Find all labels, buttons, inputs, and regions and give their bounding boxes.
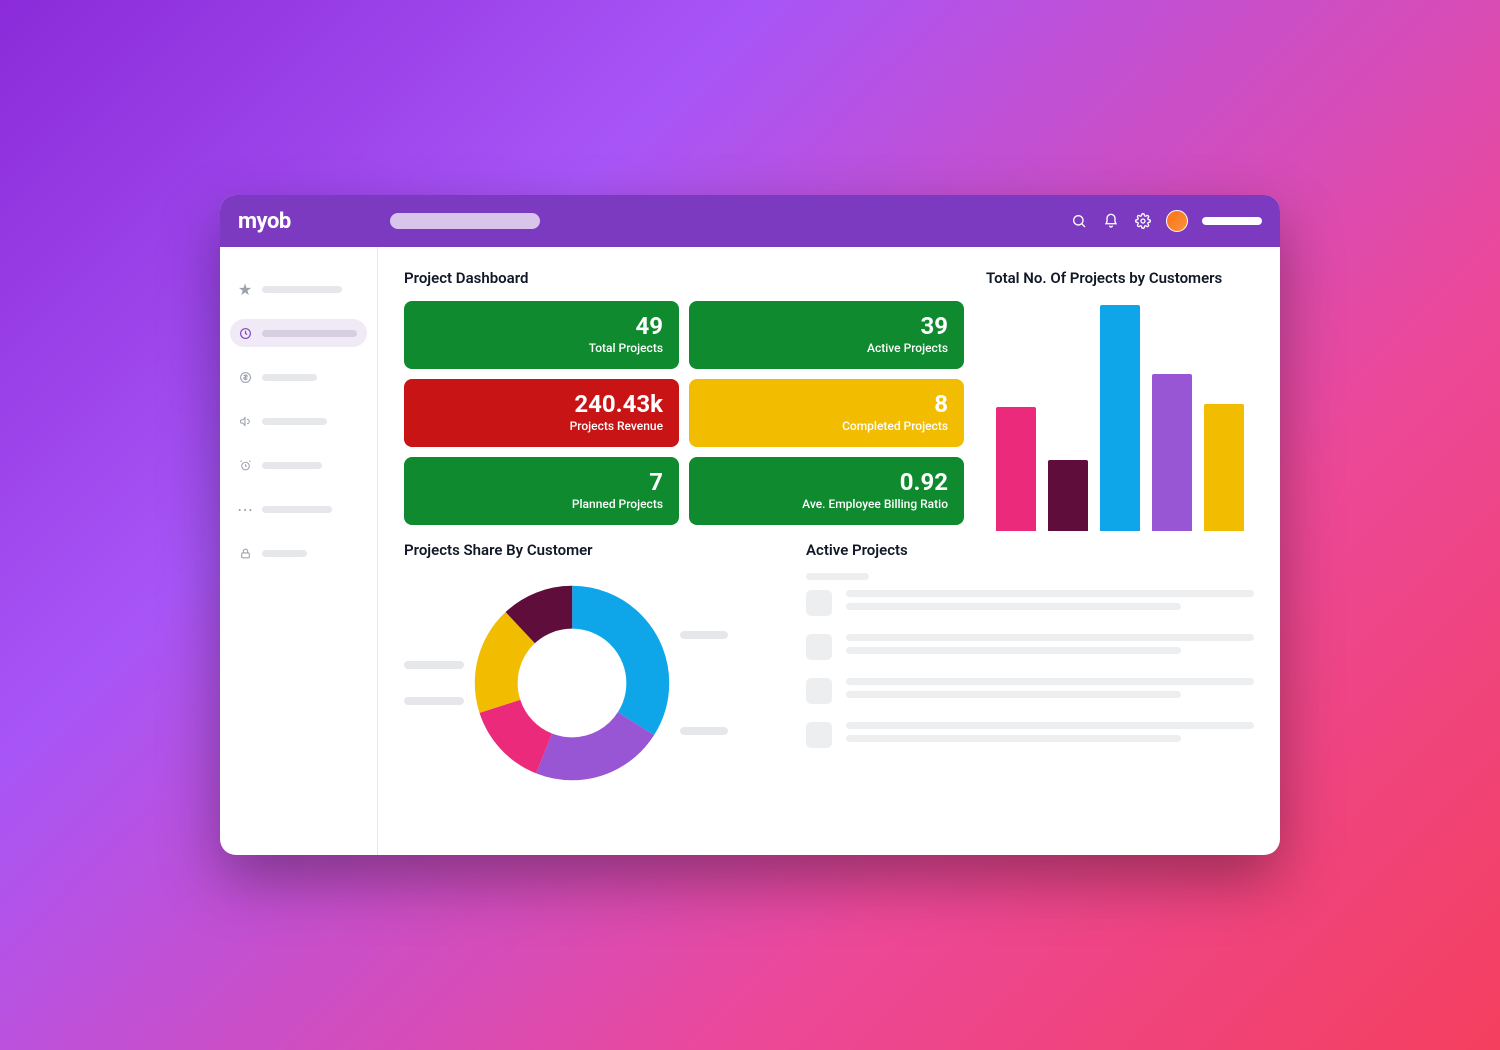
kpi-label: Projects Revenue [570, 419, 663, 433]
legend-item [404, 697, 464, 705]
donut-title: Projects Share By Customer [404, 541, 784, 559]
list-line [846, 647, 1181, 654]
kpi-label: Active Projects [867, 341, 948, 355]
search-icon[interactable] [1070, 212, 1088, 230]
list-line [846, 678, 1254, 685]
list-item[interactable] [806, 634, 1254, 660]
bar [1048, 460, 1088, 531]
user-name-placeholder [1202, 217, 1262, 225]
kpi-card[interactable]: 8 Completed Projects [689, 379, 964, 447]
sidebar-item-label [262, 418, 327, 425]
megaphone-icon [238, 414, 252, 428]
sidebar-item-label [262, 374, 317, 381]
sidebar-item-label [262, 330, 357, 337]
sidebar-item-security[interactable] [230, 539, 367, 567]
topbar: myob [220, 195, 1280, 247]
barchart-section: Total No. Of Projects by Customers [986, 269, 1254, 531]
kpi-label: Ave. Employee Billing Ratio [802, 497, 948, 511]
legend-item [404, 661, 464, 669]
active-projects-section: Active Projects [806, 541, 1254, 783]
kpi-card[interactable]: 0.92 Ave. Employee Billing Ratio [689, 457, 964, 525]
list-item[interactable] [806, 722, 1254, 748]
star-icon: ★ [238, 282, 252, 296]
sidebar-item-finance[interactable] [230, 363, 367, 391]
list-thumbnail [806, 678, 832, 704]
sidebar-item-label [262, 462, 322, 469]
list-thumbnail [806, 590, 832, 616]
list-thumbnail [806, 722, 832, 748]
sidebar-item-reminders[interactable] [230, 451, 367, 479]
list-line [846, 691, 1181, 698]
list-lines [846, 678, 1254, 704]
legend-item [680, 727, 728, 735]
kpi-card[interactable]: 49 Total Projects [404, 301, 679, 369]
gear-icon[interactable] [1134, 212, 1152, 230]
sidebar-item-recent[interactable] [230, 319, 367, 347]
list-item[interactable] [806, 590, 1254, 616]
bar [996, 407, 1036, 531]
list-line [846, 735, 1181, 742]
active-projects-title: Active Projects [806, 541, 1254, 559]
avatar[interactable] [1166, 210, 1188, 232]
bell-icon[interactable] [1102, 212, 1120, 230]
barchart-title: Total No. Of Projects by Customers [986, 269, 1254, 287]
kpi-value: 39 [920, 313, 948, 339]
list-lines [846, 722, 1254, 748]
list-item[interactable] [806, 678, 1254, 704]
kpi-value: 7 [649, 469, 663, 495]
list-header-placeholder [806, 573, 869, 580]
bar [1152, 374, 1192, 531]
bar [1100, 305, 1140, 531]
kpi-card[interactable]: 240.43k Projects Revenue [404, 379, 679, 447]
donut-section: Projects Share By Customer [404, 541, 784, 783]
kpi-value: 49 [635, 313, 663, 339]
sidebar-item-label [262, 550, 307, 557]
list-lines [846, 634, 1254, 660]
app-window: myob ★ [220, 195, 1280, 855]
lock-icon [238, 546, 252, 560]
kpi-section: Project Dashboard 49 Total Projects 39 Acti… [404, 269, 964, 531]
kpi-value: 240.43k [574, 391, 663, 417]
sidebar-item-more[interactable]: ⋯ [230, 495, 367, 523]
kpi-label: Total Projects [589, 341, 663, 355]
sidebar-item-label [262, 506, 332, 513]
list-line [846, 603, 1181, 610]
clock-icon [238, 326, 252, 340]
list-lines [846, 590, 1254, 616]
sidebar: ★ [220, 247, 378, 855]
dots-icon: ⋯ [238, 502, 252, 516]
list-line [846, 590, 1254, 597]
kpi-card[interactable]: 39 Active Projects [689, 301, 964, 369]
list-line [846, 722, 1254, 729]
brand-logo: myob [238, 209, 378, 234]
kpi-card[interactable]: 7 Planned Projects [404, 457, 679, 525]
dollar-icon [238, 370, 252, 384]
list-thumbnail [806, 634, 832, 660]
search-input[interactable] [390, 213, 540, 229]
main-content: Project Dashboard 49 Total Projects 39 Acti… [378, 247, 1280, 855]
donut-legend-left [404, 661, 464, 705]
donut-legend-right [680, 631, 728, 735]
alarm-icon [238, 458, 252, 472]
page-title: Project Dashboard [404, 269, 964, 287]
list-line [846, 634, 1254, 641]
barchart [986, 301, 1254, 531]
bar [1204, 404, 1244, 531]
sidebar-item-favorites[interactable]: ★ [230, 275, 367, 303]
kpi-value: 8 [934, 391, 948, 417]
kpi-value: 0.92 [900, 469, 948, 495]
donut-chart [472, 583, 672, 783]
kpi-label: Completed Projects [842, 419, 948, 433]
legend-item [680, 631, 728, 639]
sidebar-item-label [262, 286, 342, 293]
donut-segment [496, 607, 648, 759]
kpi-label: Planned Projects [572, 497, 663, 511]
sidebar-item-announcements[interactable] [230, 407, 367, 435]
